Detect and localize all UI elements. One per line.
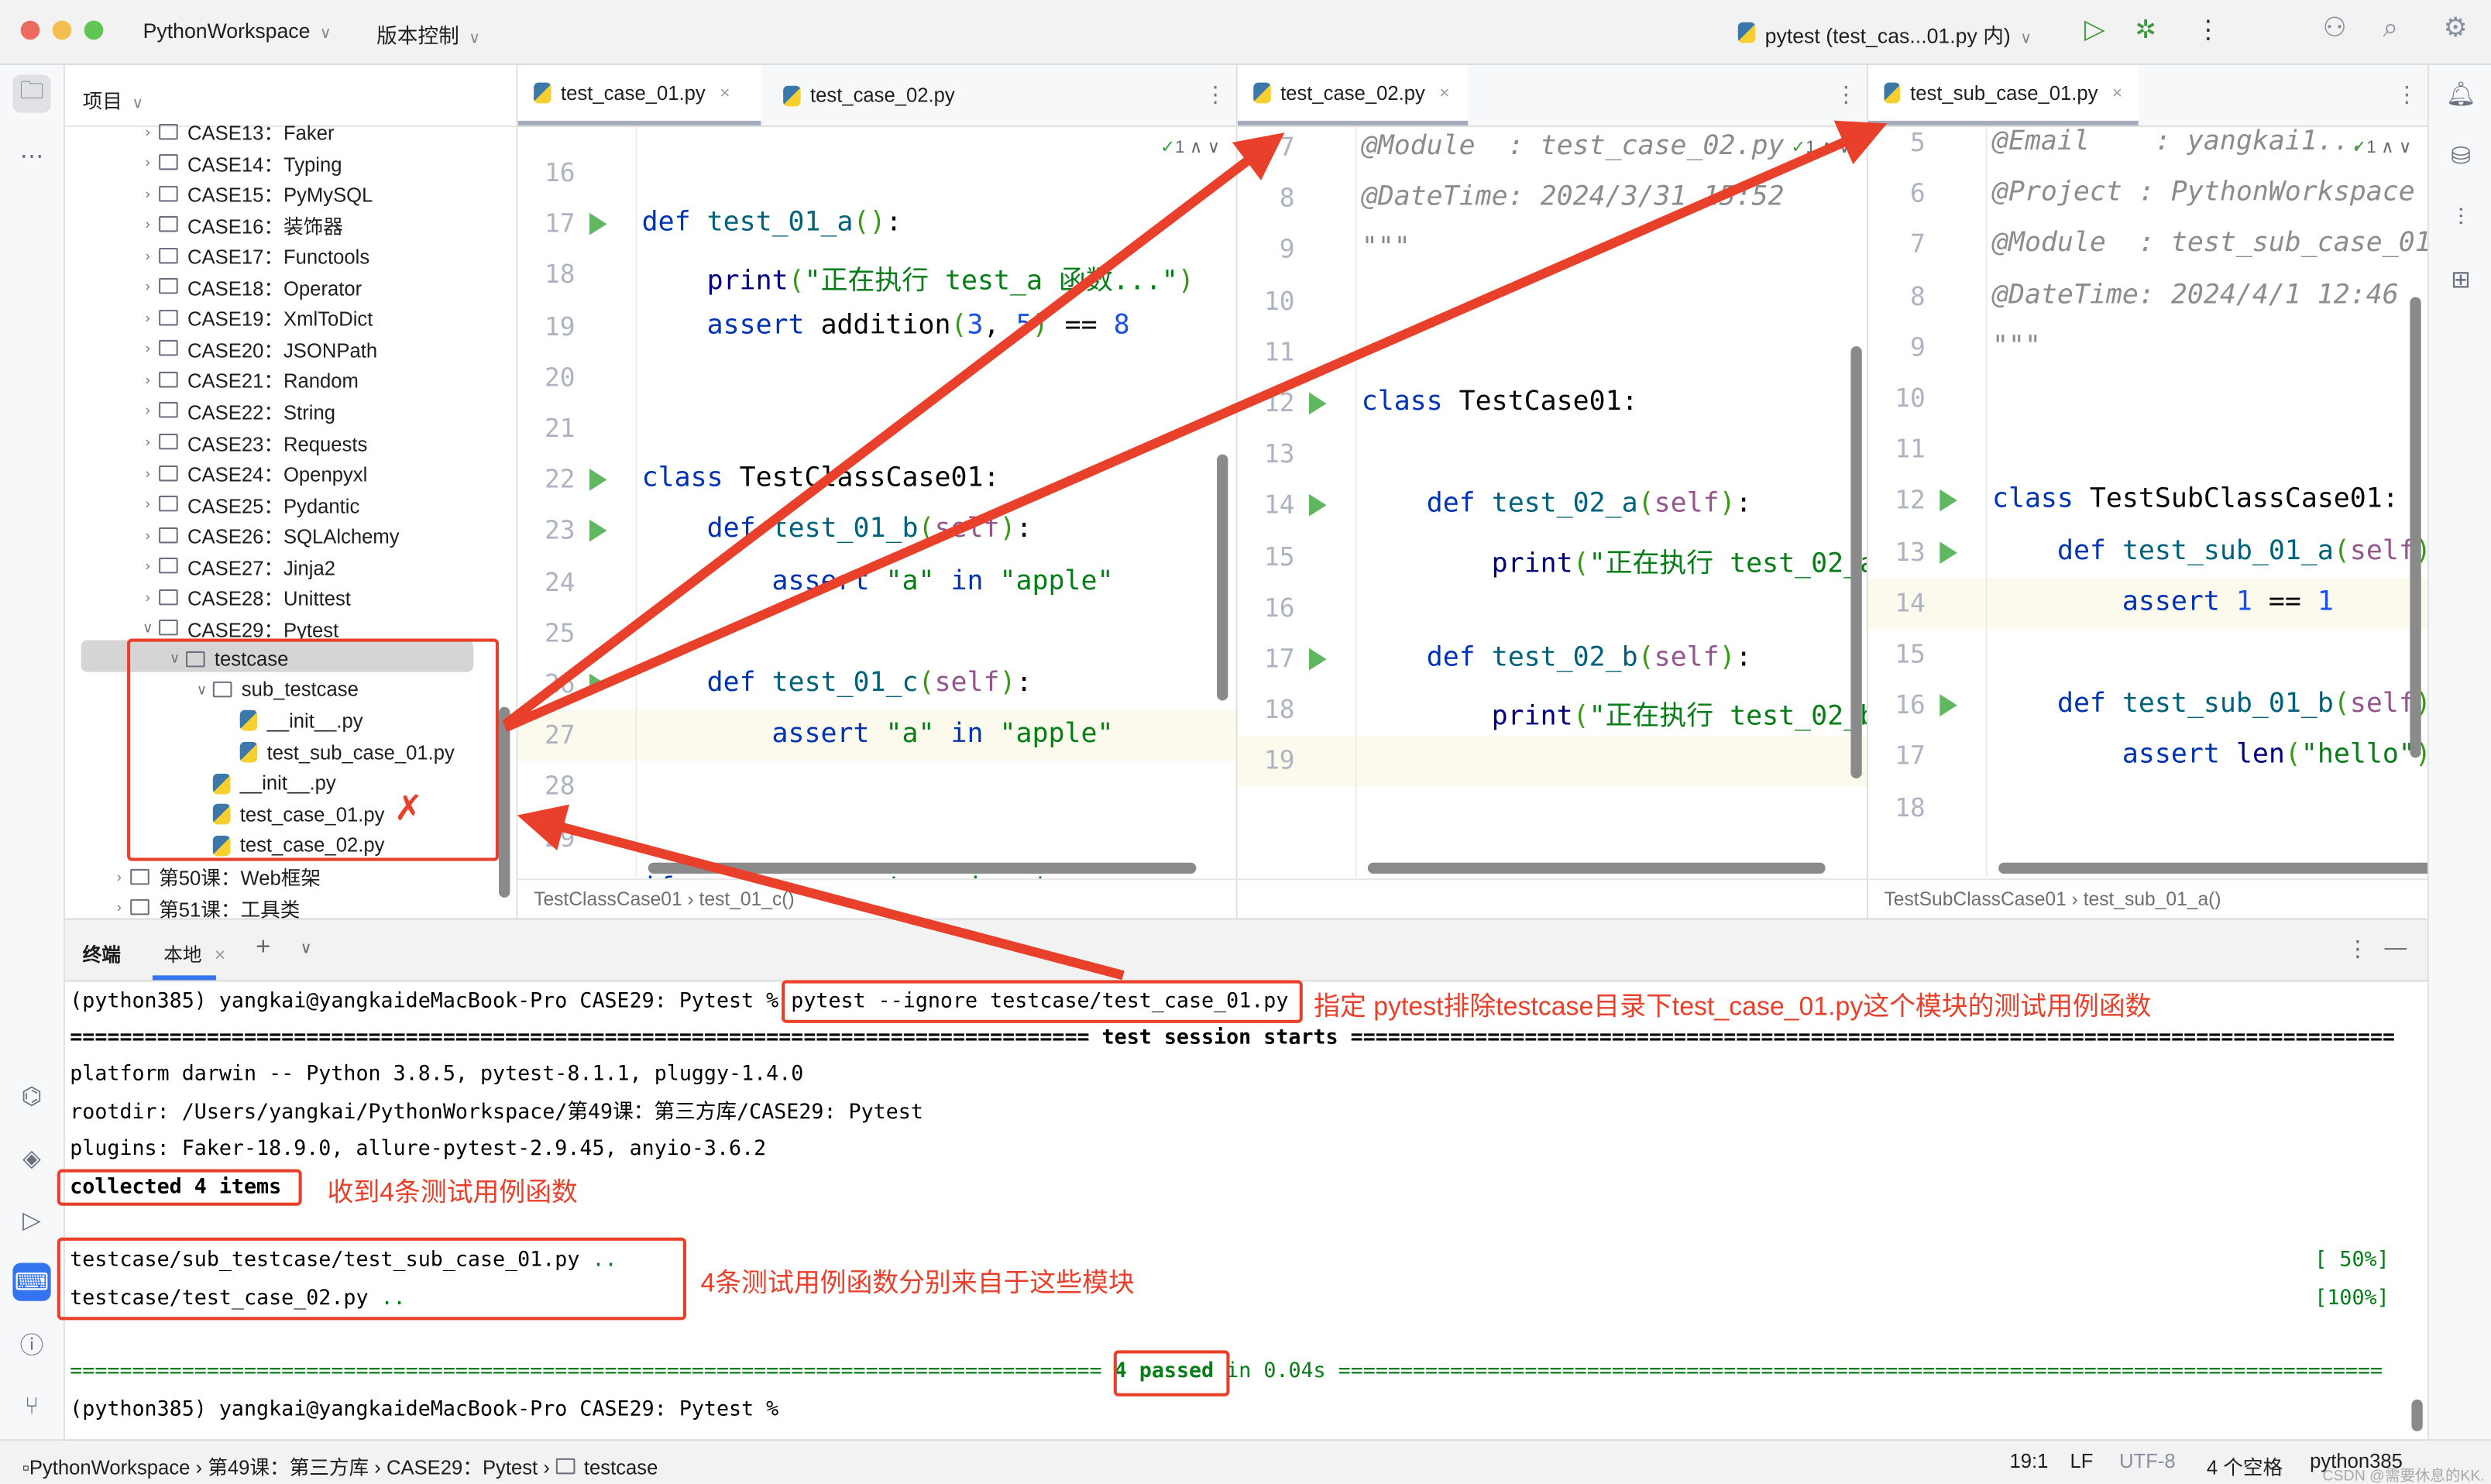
arrow-to-test-case-02-tab (502, 132, 1285, 729)
annotation-arrows (502, 120, 1888, 981)
arrow-command-to-excluded-file (517, 804, 1125, 981)
arrow-to-test-sub-case-01-tab (503, 120, 1888, 732)
